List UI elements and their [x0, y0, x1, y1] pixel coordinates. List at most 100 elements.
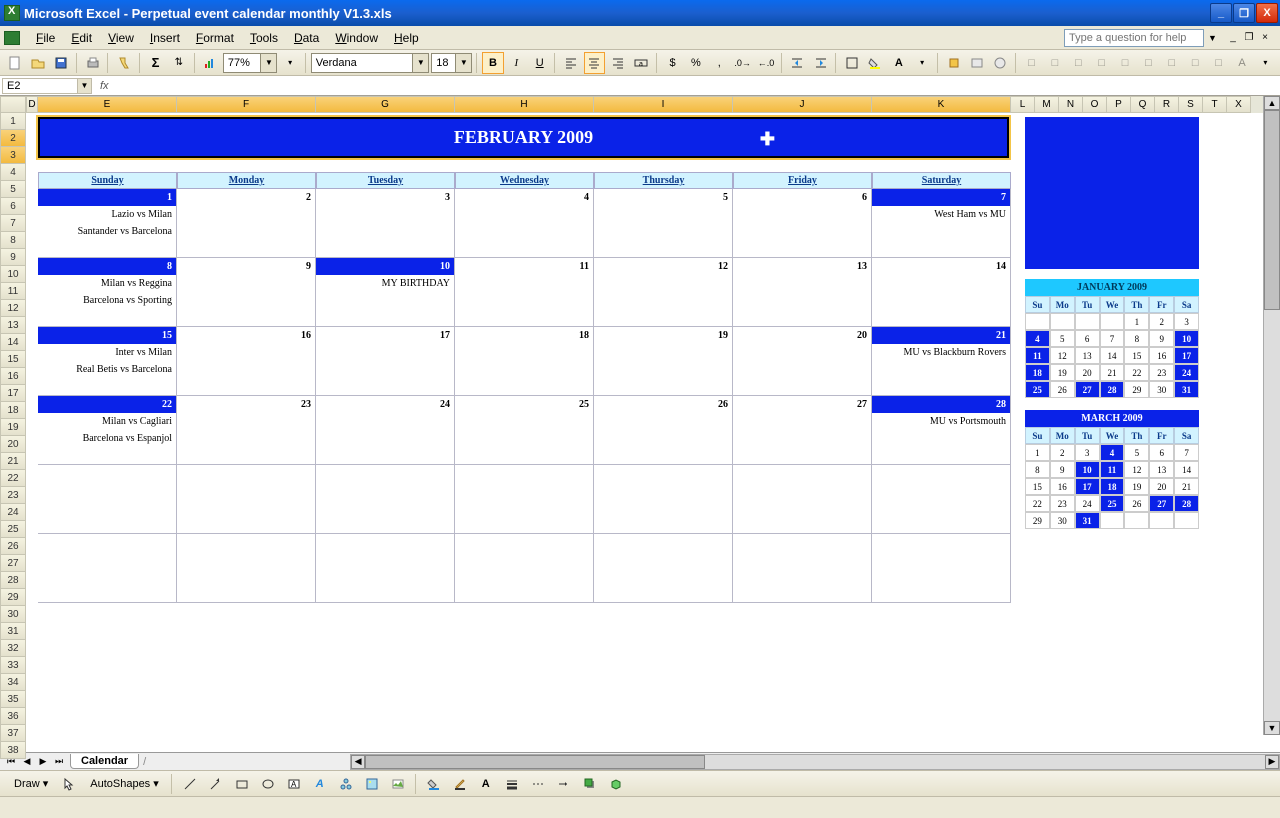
menu-window[interactable]: Window: [327, 28, 386, 48]
mini-day-cell[interactable]: 5: [1050, 330, 1075, 347]
mini-day-cell[interactable]: 19: [1050, 364, 1075, 381]
linestyle-button[interactable]: [501, 773, 523, 795]
menu-edit[interactable]: Edit: [63, 28, 100, 48]
tab-last-button[interactable]: ⏭: [52, 755, 66, 769]
calendar-title[interactable]: FEBRUARY 2009✚: [38, 117, 1009, 158]
mini-day-cell[interactable]: 30: [1149, 381, 1174, 398]
toolbar-options-2-button[interactable]: ▾: [912, 52, 933, 74]
mdi-restore-button[interactable]: ❐: [1242, 31, 1256, 45]
shadow-button[interactable]: [579, 773, 601, 795]
col-header[interactable]: S: [1179, 96, 1203, 113]
select-all-corner[interactable]: [0, 96, 26, 113]
mini-day-cell[interactable]: [1025, 313, 1050, 330]
mini-day-cell[interactable]: 31: [1075, 512, 1100, 529]
mini-day-cell[interactable]: [1149, 512, 1174, 529]
mini-day-cell[interactable]: 27: [1075, 381, 1100, 398]
row-header[interactable]: 38: [0, 742, 26, 759]
calendar-day[interactable]: [455, 465, 594, 534]
calendar-day[interactable]: 20: [733, 327, 872, 396]
mini-day-cell[interactable]: 7: [1100, 330, 1125, 347]
textbox-button[interactable]: A: [283, 773, 305, 795]
fillcolor-draw-button[interactable]: [423, 773, 445, 795]
row-headers[interactable]: 1234567891011121314151617181920212223242…: [0, 96, 26, 752]
calendar-day[interactable]: 9: [177, 258, 316, 327]
col-header[interactable]: I: [594, 96, 733, 113]
col-header[interactable]: D: [26, 96, 38, 113]
maximize-button[interactable]: ❐: [1233, 3, 1255, 23]
mini-day-cell[interactable]: 13: [1149, 461, 1174, 478]
calendar-day[interactable]: 2: [177, 189, 316, 258]
col-header[interactable]: N: [1059, 96, 1083, 113]
fontcolor-draw-button[interactable]: A: [475, 773, 497, 795]
help-dropdown-icon[interactable]: ▼: [1208, 33, 1222, 43]
mini-day-cell[interactable]: 3: [1174, 313, 1199, 330]
sum-button[interactable]: Σ: [145, 52, 166, 74]
mini-day-cell[interactable]: 11: [1100, 461, 1125, 478]
col-header[interactable]: F: [177, 96, 316, 113]
col-header[interactable]: R: [1155, 96, 1179, 113]
chart-button[interactable]: [200, 52, 221, 74]
3d-button[interactable]: [605, 773, 627, 795]
menu-tools[interactable]: Tools: [242, 28, 286, 48]
excel-doc-icon[interactable]: [4, 31, 20, 45]
align-left-button[interactable]: [560, 52, 581, 74]
mini-day-cell[interactable]: 15: [1124, 347, 1149, 364]
mini-day-cell[interactable]: 1: [1124, 313, 1149, 330]
dashstyle-button[interactable]: [527, 773, 549, 795]
mini-day-cell[interactable]: 14: [1100, 347, 1125, 364]
calendar-day[interactable]: 7West Ham vs MU: [872, 189, 1011, 258]
mini-day-cell[interactable]: 2: [1149, 313, 1174, 330]
column-headers[interactable]: DEFGHIJKLMNOPQRSTX: [26, 96, 1280, 113]
scroll-left-button[interactable]: ◀: [351, 755, 365, 769]
menu-data[interactable]: Data: [286, 28, 327, 48]
calendar-day[interactable]: 5: [594, 189, 733, 258]
calendar-day[interactable]: 28MU vs Portsmouth: [872, 396, 1011, 465]
mini-day-cell[interactable]: [1100, 512, 1125, 529]
mini-day-cell[interactable]: 7: [1174, 444, 1199, 461]
calendar-day[interactable]: 4: [455, 189, 594, 258]
calendar-day[interactable]: 8Milan vs RegginaBarcelona vs Sporting: [38, 258, 177, 327]
calendar-day[interactable]: [177, 534, 316, 603]
col-header[interactable]: M: [1035, 96, 1059, 113]
row-header[interactable]: 7: [0, 215, 26, 232]
row-header[interactable]: 10: [0, 266, 26, 283]
mini-day-cell[interactable]: 28: [1174, 495, 1199, 512]
formula-input[interactable]: [115, 85, 1280, 87]
horizontal-scrollbar[interactable]: ◀ ▶: [350, 754, 1280, 770]
mini-day-cell[interactable]: 30: [1050, 512, 1075, 529]
calendar-day[interactable]: 11: [455, 258, 594, 327]
mini-day-cell[interactable]: 8: [1124, 330, 1149, 347]
mini-day-cell[interactable]: 25: [1025, 381, 1050, 398]
row-header[interactable]: 4: [0, 164, 26, 181]
mini-day-cell[interactable]: 3: [1075, 444, 1100, 461]
merge-center-button[interactable]: a: [630, 52, 651, 74]
mini-day-cell[interactable]: 2: [1050, 444, 1075, 461]
oval-button[interactable]: [257, 773, 279, 795]
mdi-minimize-button[interactable]: _: [1226, 31, 1240, 45]
menu-format[interactable]: Format: [188, 28, 242, 48]
menu-view[interactable]: View: [100, 28, 142, 48]
row-header[interactable]: 9: [0, 249, 26, 266]
font-color-button[interactable]: A: [888, 52, 909, 74]
col-header[interactable]: J: [733, 96, 872, 113]
name-box[interactable]: E2▼: [2, 78, 92, 94]
mini-day-cell[interactable]: 21: [1174, 478, 1199, 495]
close-button[interactable]: X: [1256, 3, 1278, 23]
font-size-combo[interactable]: 18▼: [431, 53, 472, 73]
scroll-down-button[interactable]: ▼: [1264, 721, 1280, 735]
mini-day-cell[interactable]: 12: [1124, 461, 1149, 478]
print-button[interactable]: [82, 52, 103, 74]
calendar-day[interactable]: 23: [177, 396, 316, 465]
col-header[interactable]: X: [1227, 96, 1251, 113]
mini-day-cell[interactable]: 22: [1124, 364, 1149, 381]
bold-button[interactable]: B: [482, 52, 503, 74]
col-header[interactable]: G: [316, 96, 455, 113]
fx-button[interactable]: fx: [94, 80, 115, 92]
calendar-day[interactable]: [177, 465, 316, 534]
calendar-day[interactable]: 25: [455, 396, 594, 465]
mini-day-cell[interactable]: 20: [1075, 364, 1100, 381]
mini-day-cell[interactable]: 18: [1100, 478, 1125, 495]
row-header[interactable]: 32: [0, 640, 26, 657]
row-header[interactable]: 26: [0, 538, 26, 555]
align-right-button[interactable]: [607, 52, 628, 74]
